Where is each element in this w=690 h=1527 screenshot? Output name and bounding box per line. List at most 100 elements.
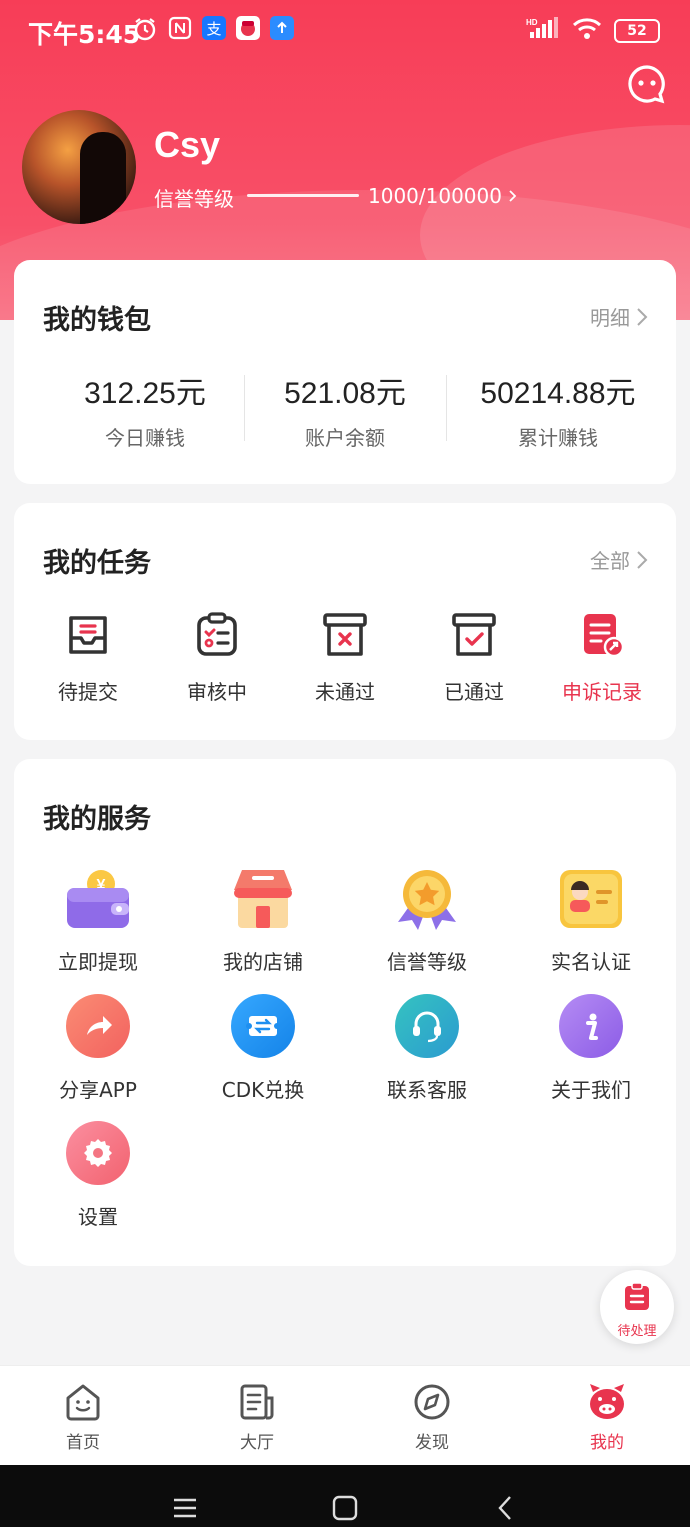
headset-icon xyxy=(394,994,460,1060)
credit-progress-bar xyxy=(247,194,359,197)
message-button[interactable] xyxy=(627,64,667,104)
stat-account-balance: 521.08元 账户余额 xyxy=(235,368,455,451)
service-about-us[interactable]: 关于我们 xyxy=(511,993,671,1103)
stat-value: 50214.88元 xyxy=(480,377,636,410)
chevron-right-icon xyxy=(637,550,648,569)
service-label: 设置 xyxy=(78,1205,118,1229)
nfc-icon xyxy=(168,16,192,48)
service-credit-level[interactable]: 信誉等级 xyxy=(347,866,507,975)
wallet-detail-link[interactable]: 明细 xyxy=(590,302,648,331)
service-label: 我的店铺 xyxy=(223,950,303,974)
credit-level-label: 信誉等级 xyxy=(154,187,234,211)
bottom-tab-bar: 首页 大厅 发现 我的 xyxy=(0,1365,690,1465)
stat-today-earnings: 312.25元 今日赚钱 xyxy=(35,368,255,451)
tab-hall[interactable]: 大厅 xyxy=(217,1382,297,1453)
tab-home[interactable]: 首页 xyxy=(43,1382,123,1453)
status-system-icons: HD 52 xyxy=(526,16,660,46)
status-bar: 下午5:45 支 HD 52 xyxy=(0,0,690,60)
task-approved[interactable]: 已通过 xyxy=(419,610,529,705)
stat-label: 今日赚钱 xyxy=(105,426,185,450)
task-label: 待提交 xyxy=(58,680,118,704)
credit-value: 1000/100000 xyxy=(368,184,502,208)
status-time: 下午5:45 xyxy=(28,20,141,49)
pending-list-icon xyxy=(625,1282,649,1310)
service-label: 立即提现 xyxy=(58,950,138,974)
chat-bubble-icon xyxy=(628,65,665,104)
back-icon[interactable] xyxy=(496,1495,514,1521)
app-notification-icon xyxy=(236,16,260,40)
service-contact-support[interactable]: 联系客服 xyxy=(347,993,507,1103)
tab-discover[interactable]: 发现 xyxy=(392,1382,472,1453)
tab-label: 发现 xyxy=(415,1433,449,1453)
appeal-record-icon xyxy=(584,614,625,658)
service-share-app[interactable]: 分享APP xyxy=(18,993,178,1103)
task-label: 未通过 xyxy=(315,680,375,704)
menu-icon[interactable] xyxy=(172,1497,198,1519)
alarm-icon xyxy=(132,16,158,48)
service-cdk-exchange[interactable]: CDK兑换 xyxy=(183,993,343,1103)
system-navigation-bar xyxy=(0,1465,690,1527)
tasks-title: 我的任务 xyxy=(43,548,151,579)
task-label: 申诉记录 xyxy=(562,680,642,704)
share-icon xyxy=(65,994,131,1060)
hall-icon xyxy=(240,1384,274,1420)
task-label: 已通过 xyxy=(444,680,504,704)
box-x-icon xyxy=(323,613,367,656)
task-pending-submit[interactable]: 待提交 xyxy=(33,610,143,705)
settings-icon xyxy=(65,1121,131,1187)
medal-icon xyxy=(394,866,460,932)
upload-icon xyxy=(270,16,294,40)
wallet-detail-label: 明细 xyxy=(590,306,630,330)
shop-icon xyxy=(230,866,296,932)
service-label: CDK兑换 xyxy=(221,1078,305,1102)
avatar-silhouette xyxy=(80,132,126,224)
wallet-title: 我的钱包 xyxy=(43,305,151,336)
service-label: 信誉等级 xyxy=(387,950,467,974)
credit-level-link[interactable]: 1000/100000 xyxy=(368,184,518,208)
chevron-right-icon xyxy=(637,307,648,326)
task-appeal-record[interactable]: 申诉记录 xyxy=(547,610,657,705)
pending-label: 待处理 xyxy=(617,1324,657,1339)
services-title: 我的服务 xyxy=(43,804,151,835)
divider xyxy=(446,375,447,441)
task-rejected[interactable]: 未通过 xyxy=(290,610,400,705)
tab-mine[interactable]: 我的 xyxy=(567,1382,647,1453)
service-label: 实名认证 xyxy=(551,950,631,974)
tab-label: 我的 xyxy=(590,1433,624,1453)
signal-icon: HD xyxy=(526,16,560,46)
status-notification-icons: 支 xyxy=(132,16,294,48)
pending-float-button[interactable]: 待处理 xyxy=(600,1270,674,1344)
compass-icon xyxy=(414,1384,450,1420)
box-check-icon xyxy=(452,613,496,656)
username: Csy xyxy=(154,124,221,165)
service-settings[interactable]: 设置 xyxy=(18,1120,178,1230)
home-face-icon xyxy=(66,1384,100,1421)
stat-total-earnings: 50214.88元 累计赚钱 xyxy=(448,368,668,451)
service-my-shop[interactable]: 我的店铺 xyxy=(183,866,343,975)
task-under-review[interactable]: 审核中 xyxy=(162,610,272,705)
stat-value: 521.08元 xyxy=(284,377,406,410)
stat-value: 312.25元 xyxy=(84,377,206,410)
service-real-name[interactable]: 实名认证 xyxy=(511,866,671,975)
chevron-right-icon xyxy=(509,190,517,202)
wallet-icon: ¥ xyxy=(65,866,131,932)
info-icon xyxy=(558,994,624,1060)
id-card-icon xyxy=(558,866,624,932)
service-label: 关于我们 xyxy=(551,1078,631,1102)
wifi-icon xyxy=(572,16,602,46)
task-label: 审核中 xyxy=(187,680,247,704)
avatar[interactable] xyxy=(22,110,136,224)
clipboard-checklist-icon xyxy=(197,612,237,656)
inbox-icon xyxy=(69,616,107,654)
tab-label: 大厅 xyxy=(240,1433,274,1453)
tasks-all-link[interactable]: 全部 xyxy=(590,545,648,574)
exchange-icon xyxy=(230,994,296,1060)
battery-indicator: 52 xyxy=(614,19,660,43)
service-label: 联系客服 xyxy=(387,1078,467,1102)
service-label: 分享APP xyxy=(59,1078,137,1102)
alipay-icon: 支 xyxy=(202,16,226,40)
service-withdraw[interactable]: ¥ 立即提现 xyxy=(18,866,178,975)
stat-label: 累计赚钱 xyxy=(518,426,598,450)
svg-text:HD: HD xyxy=(526,18,538,27)
home-square-icon[interactable] xyxy=(332,1495,358,1521)
